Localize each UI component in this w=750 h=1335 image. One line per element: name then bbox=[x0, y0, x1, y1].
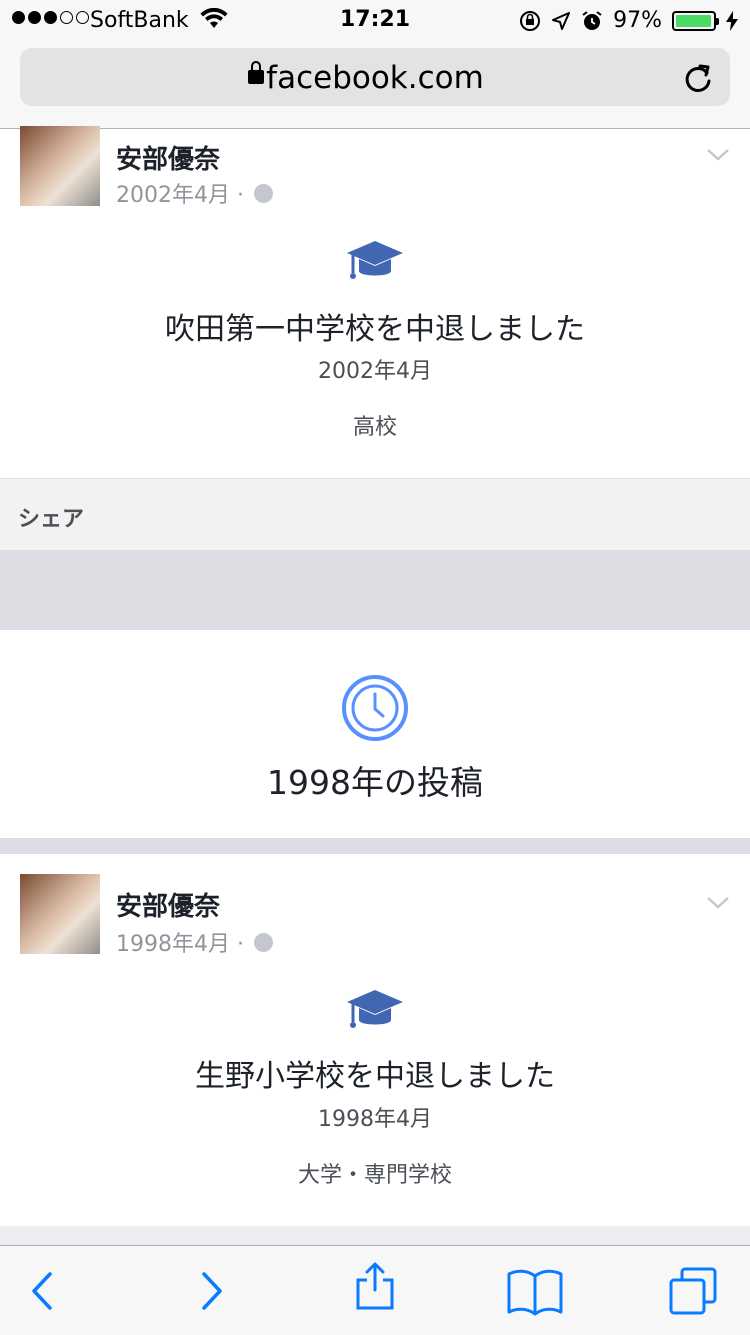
chevron-down-icon[interactable] bbox=[706, 143, 730, 167]
post-date[interactable]: 1998年4月 · bbox=[116, 926, 244, 958]
charging-bolt-icon bbox=[726, 10, 738, 31]
back-icon[interactable] bbox=[18, 1266, 68, 1316]
event-title: 生野小学校を中退しました bbox=[195, 1059, 555, 1094]
url-text[interactable]: facebook.com bbox=[20, 60, 730, 96]
status-right-group: 97% bbox=[519, 8, 738, 33]
reload-icon[interactable] bbox=[680, 60, 716, 96]
location-icon bbox=[552, 11, 571, 30]
forward-icon[interactable] bbox=[186, 1266, 236, 1316]
browser-address-area: facebook.com bbox=[0, 40, 750, 129]
clock-icon bbox=[342, 675, 408, 741]
avatar[interactable] bbox=[20, 874, 100, 954]
section-divider bbox=[0, 838, 750, 854]
event-title: 吹田第一中学校を中退しました bbox=[165, 312, 585, 347]
section-divider bbox=[0, 550, 750, 630]
share-icon[interactable] bbox=[350, 1260, 400, 1310]
share-bar[interactable]: シェア bbox=[0, 478, 750, 551]
post-author[interactable]: 安部優奈 bbox=[116, 139, 220, 176]
event-type: 高校 bbox=[352, 415, 397, 440]
browser-toolbar bbox=[0, 1245, 750, 1335]
post-author[interactable]: 安部優奈 bbox=[116, 886, 220, 923]
battery-percent: 97% bbox=[613, 8, 662, 33]
post-date[interactable]: 2002年4月 · bbox=[116, 177, 244, 209]
post-card: 安部優奈 1998年4月 · 生野小学校を中退しました 1998年4月 大学・専… bbox=[0, 854, 750, 1226]
year-heading: 1998年の投稿 bbox=[267, 763, 483, 802]
post-card: 安部優奈 2002年4月 · 吹田第一中学校を中退しました 2002年4月 高校 bbox=[0, 126, 750, 478]
event-date: 2002年4月 bbox=[318, 359, 432, 384]
tabs-icon[interactable] bbox=[668, 1266, 718, 1316]
post-meta: 1998年4月 · bbox=[116, 926, 273, 958]
avatar[interactable] bbox=[20, 126, 100, 206]
battery-fill bbox=[676, 14, 711, 27]
section-divider bbox=[0, 1226, 750, 1245]
year-section: 1998年の投稿 bbox=[0, 630, 750, 838]
event-type: 大学・専門学校 bbox=[297, 1163, 452, 1188]
graduation-cap-icon bbox=[347, 990, 403, 1028]
event-date: 1998年4月 bbox=[318, 1107, 432, 1132]
graduation-cap-icon bbox=[347, 241, 403, 279]
status-bar: SoftBank 17:21 97% bbox=[0, 0, 750, 40]
share-label[interactable]: シェア bbox=[18, 501, 84, 533]
globe-icon bbox=[253, 183, 273, 203]
chevron-down-icon[interactable] bbox=[706, 891, 730, 915]
address-bar[interactable]: facebook.com bbox=[20, 48, 730, 106]
alarm-icon bbox=[582, 10, 602, 30]
battery-icon bbox=[672, 10, 719, 31]
globe-icon bbox=[253, 932, 273, 952]
post-meta: 2002年4月 · bbox=[116, 177, 273, 209]
bookmarks-icon[interactable] bbox=[505, 1266, 565, 1316]
orientation-lock-icon bbox=[520, 10, 541, 31]
